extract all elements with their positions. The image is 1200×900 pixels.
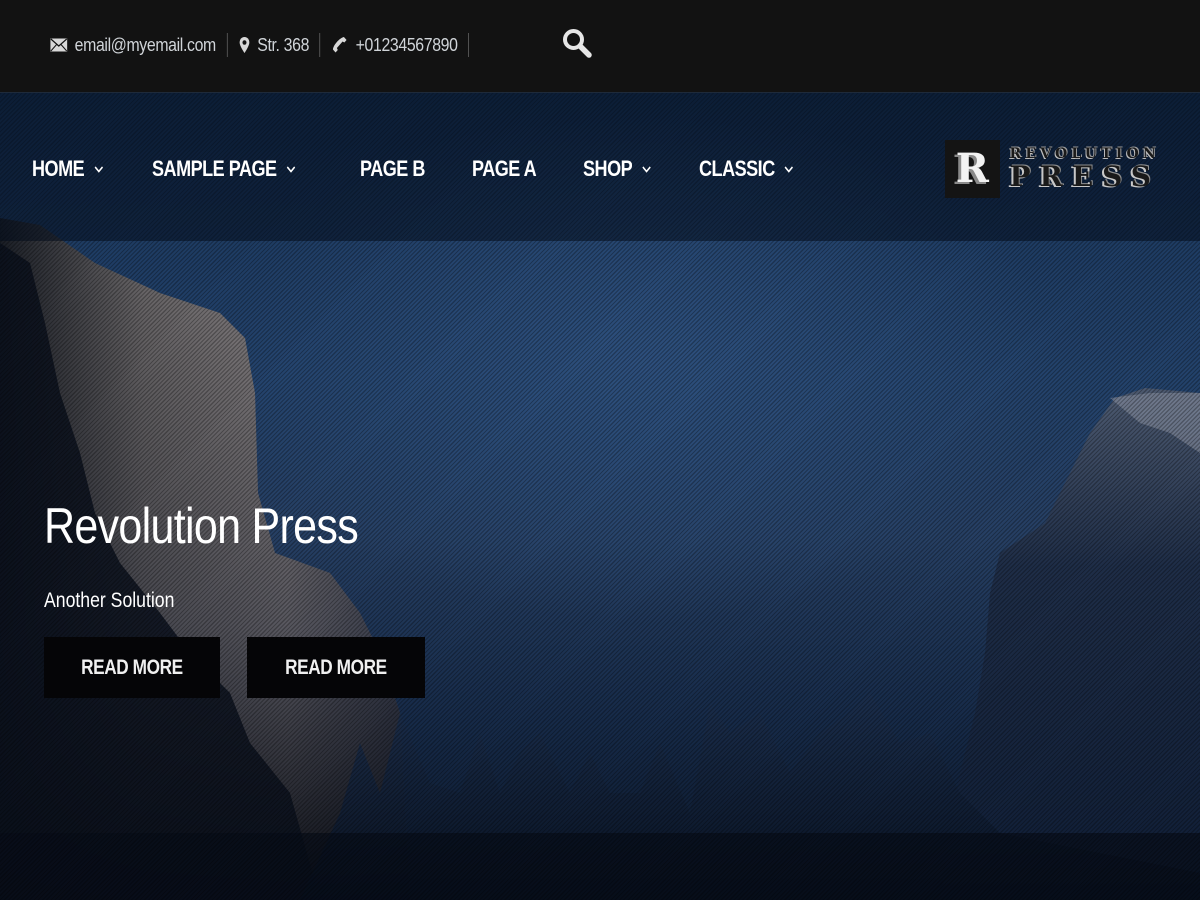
email-info[interactable]: email@myemail.com <box>50 33 226 57</box>
nav-item-label: CLASSIC <box>698 156 775 181</box>
email-text: email@myemail.com <box>74 34 217 55</box>
contact-info: email@myemail.com Str. 368 +01234567890 <box>50 31 470 59</box>
envelope-icon <box>50 38 68 52</box>
nav-item-label: SHOP <box>582 156 633 181</box>
phone-info[interactable]: +01234567890 <box>320 33 468 57</box>
divider <box>468 33 470 57</box>
nav-item-page-b[interactable]: PAGE B <box>360 156 425 182</box>
map-pin-icon <box>238 36 250 54</box>
search-icon <box>561 27 593 64</box>
hero-subtitle: Another Solution <box>44 589 175 612</box>
logo-mark: R <box>945 140 1000 198</box>
nav-item-home[interactable]: HOME <box>32 156 103 182</box>
phone-icon <box>331 35 349 55</box>
read-more-button[interactable]: READ MORE <box>44 637 220 698</box>
logo-wordmark: REVOLUTION PRESS <box>1010 146 1161 192</box>
address-text: Str. 368 <box>257 34 310 55</box>
button-label: READ MORE <box>81 655 183 679</box>
nav-item-label: PAGE A <box>471 156 537 181</box>
nav-item-label: PAGE B <box>359 156 425 181</box>
nav-item-classic[interactable]: CLASSIC <box>699 156 794 182</box>
nav-item-sample-page[interactable]: SAMPLE PAGE <box>152 156 295 182</box>
top-info-bar: email@myemail.com Str. 368 +01234567890 <box>0 0 1200 93</box>
nav-item-page-a[interactable]: PAGE A <box>471 156 537 182</box>
phone-text: +01234567890 <box>355 34 458 55</box>
chevron-down-icon <box>286 165 295 173</box>
search-button[interactable] <box>560 28 594 62</box>
address-info: Str. 368 <box>227 33 319 57</box>
logo-line-2: PRESS <box>1009 160 1160 193</box>
button-label: READ MORE <box>285 655 387 679</box>
site-logo[interactable]: R REVOLUTION PRESS <box>945 138 1160 200</box>
chevron-down-icon <box>642 165 651 173</box>
logo-letter: R <box>955 145 989 192</box>
chevron-down-icon <box>784 165 794 173</box>
nav-item-label: SAMPLE PAGE <box>151 156 277 181</box>
nav-item-shop[interactable]: SHOP <box>583 156 651 182</box>
nav-item-label: HOME <box>32 156 85 181</box>
hero-title: Revolution Press <box>44 498 359 554</box>
chevron-down-icon <box>94 165 103 173</box>
hero-slider: HOME SAMPLE PAGE PAGE B PAGE A SHOP CLAS… <box>0 93 1200 900</box>
read-more-button-secondary[interactable]: READ MORE <box>247 637 425 698</box>
main-navigation: HOME SAMPLE PAGE PAGE B PAGE A SHOP CLAS… <box>32 151 847 187</box>
